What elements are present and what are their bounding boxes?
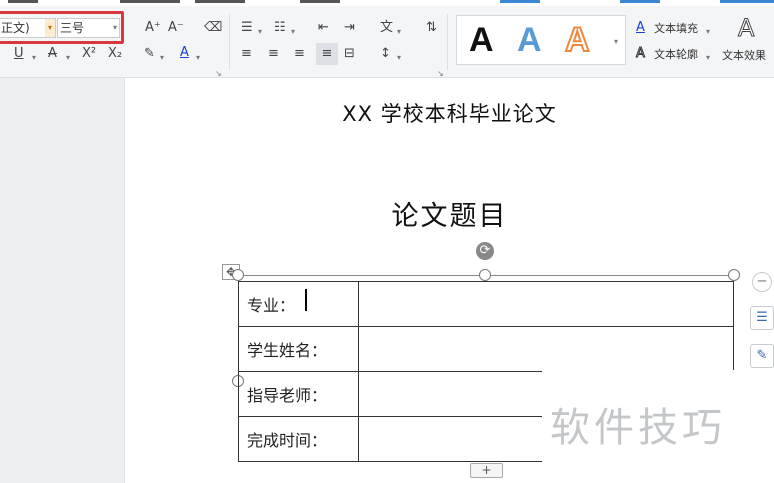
resize-handle[interactable] [479,269,491,281]
tab-remnant [500,0,540,3]
tab-remnant [195,0,245,3]
style-orange-a-icon[interactable]: A [564,20,591,60]
shrink-font-icon[interactable]: A⁻ [168,20,184,36]
row-label[interactable]: 学生姓名： [238,326,359,372]
pen-icon[interactable]: ✎ [750,344,774,368]
text-outline-label[interactable]: 文本轮廓 [654,46,698,62]
add-row-button[interactable]: + [470,463,503,478]
superscript-icon[interactable]: X² [82,46,96,62]
dialog-launcher-icon[interactable]: ↘ [437,66,444,77]
subscript-icon[interactable]: X₂ [108,46,122,62]
row-label[interactable]: 指导老师： [238,371,359,417]
decrease-indent-icon[interactable]: ⇤ [318,20,329,36]
highlight-icon[interactable]: ✎ [144,46,155,62]
dialog-launcher-icon[interactable]: ↘ [215,66,222,77]
highlight-annotation-box [0,11,124,44]
tab-remnant [300,0,340,3]
chevron-down-icon[interactable]: ▾ [397,50,401,66]
text-effect-icon[interactable]: A [737,14,754,43]
left-gutter [0,78,125,483]
distribute-icon[interactable]: ⊟ [344,46,355,62]
increase-indent-icon[interactable]: ⇥ [344,20,355,36]
resize-handle[interactable] [232,269,244,281]
style-black-a-icon[interactable]: A [469,20,494,60]
align-left-icon[interactable]: ≡ [241,46,252,62]
chevron-down-icon[interactable]: ▾ [196,50,200,66]
document-title[interactable]: 论文题目 [125,194,774,233]
text-style-gallery[interactable]: A A A [456,15,626,65]
align-right-icon[interactable]: ≡ [294,46,305,62]
page-header-title: XX 学校本科毕业论文 [342,102,557,126]
watermark-text: 软件技巧 [550,405,726,451]
tab-remnant [8,0,38,3]
style-blue-a-icon[interactable]: A [517,20,542,60]
line-spacing-icon[interactable]: ↕ [380,46,391,62]
justify-icon[interactable]: ≡ [316,43,338,65]
row-value-cell[interactable] [358,326,734,372]
resize-handle[interactable] [728,269,740,281]
chevron-down-icon[interactable]: ▾ [258,24,262,40]
font-color-icon[interactable]: A [180,45,189,61]
tab-remnant [620,0,660,3]
text-cursor [305,289,307,311]
chevron-down-icon[interactable]: ▾ [706,24,710,40]
row-label[interactable]: 完成时间： [238,416,359,462]
table-row[interactable]: 专业： [238,281,734,327]
chinese-layout-icon[interactable]: 文 [380,20,393,36]
underline-icon[interactable]: U [14,46,24,62]
chevron-down-icon[interactable]: ▾ [397,24,401,40]
chevron-down-icon[interactable]: ▾ [291,24,295,40]
text-outline-icon[interactable]: A [636,46,646,62]
rotate-handle-icon[interactable]: ⟳ [476,242,494,260]
ribbon-toolbar: 正文) ▾ 三号 ▾ A⁺ A⁻ ⌫ U ▾ A ▾ X² X₂ ✎ ▾ A ▾… [0,0,774,78]
divider [447,14,448,70]
row-value-cell[interactable] [358,281,734,327]
sort-icon[interactable]: ⇅ [426,20,437,36]
align-center-icon[interactable]: ≡ [268,46,279,62]
chevron-down-icon[interactable]: ▾ [66,50,70,66]
number-list-icon[interactable]: ☷ [274,20,286,36]
layout-options-icon[interactable]: ☰ [750,306,774,330]
table-row[interactable]: 学生姓名： [238,326,734,372]
chevron-down-icon[interactable]: ▾ [706,50,710,66]
chevron-down-icon[interactable]: ▾ [160,50,164,66]
strikethrough-icon[interactable]: A [48,46,57,62]
chevron-down-icon[interactable]: ▾ [32,50,36,66]
collapse-icon[interactable]: − [752,272,772,292]
row-label[interactable]: 专业： [238,281,359,327]
chevron-down-icon[interactable]: ▾ [614,34,618,50]
tab-remnant [120,0,180,3]
bullet-list-icon[interactable]: ☰ [241,20,253,36]
text-fill-label[interactable]: 文本填充 [654,20,698,36]
clear-format-icon[interactable]: ⌫ [204,20,222,36]
divider [229,14,230,70]
tab-strip [0,0,774,6]
text-effect-label[interactable]: 文本效果 [722,47,766,63]
grow-font-icon[interactable]: A⁺ [145,20,161,36]
tab-remnant [720,0,774,3]
text-fill-icon[interactable]: A [636,20,645,36]
